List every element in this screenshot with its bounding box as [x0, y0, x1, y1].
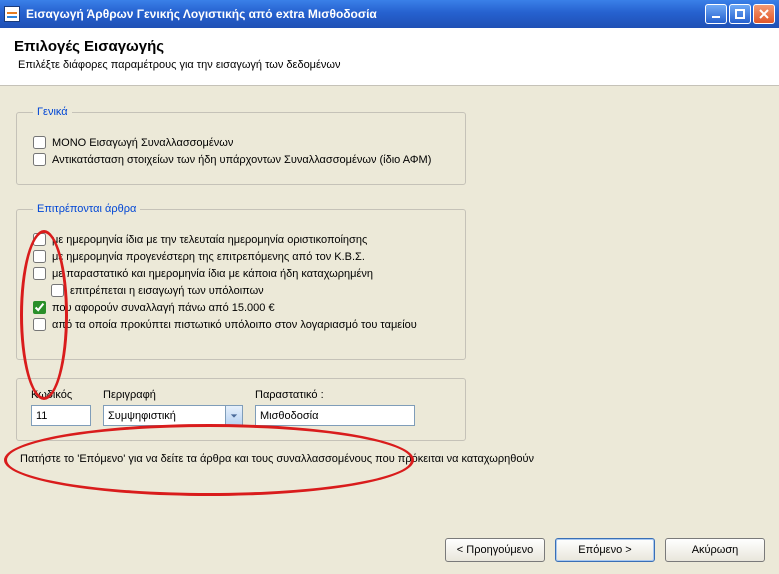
group-allowed-entries: Επιτρέπονται άρθρα με ημερομηνία ίδια με… — [16, 203, 466, 360]
checkbox-same-doc-date[interactable] — [33, 267, 46, 280]
checkbox-replace-existing-label: Αντικατάσταση στοιχείων των ήδη υπάρχοντ… — [52, 154, 431, 166]
checkbox-same-doc-date-label: με παραστατικό και ημερομηνία ίδια με κά… — [52, 268, 373, 280]
checkbox-credit-balance-cash-label: από τα οποία προκύπτει πιστωτικό υπόλοιπ… — [52, 319, 417, 331]
document-input[interactable] — [255, 405, 415, 426]
group-general: Γενικά ΜΟΝΟ Εισαγωγή Συναλλασσομένων Αντ… — [16, 106, 466, 185]
checkbox-only-import-parties-label: ΜΟΝΟ Εισαγωγή Συναλλασσομένων — [52, 137, 233, 149]
checkbox-same-date-finalization-label: με ημερομηνία ίδια με την τελευταία ημερ… — [52, 234, 367, 246]
code-label: Κωδικός — [31, 389, 91, 401]
description-select-value: Συμψηφιστική — [104, 410, 225, 422]
chevron-down-icon — [225, 406, 242, 425]
minimize-button[interactable] — [705, 4, 727, 24]
wizard-header: Επιλογές Εισαγωγής Επιλέξτε διάφορες παρ… — [0, 28, 779, 86]
group-general-legend: Γενικά — [33, 106, 72, 118]
description-label: Περιγραφή — [103, 389, 243, 401]
maximize-button[interactable] — [729, 4, 751, 24]
checkbox-only-import-parties[interactable] — [33, 136, 46, 149]
cancel-button[interactable]: Ακύρωση — [665, 538, 765, 562]
code-input[interactable] — [31, 405, 91, 426]
checkbox-same-date-finalization[interactable] — [33, 233, 46, 246]
checkbox-allow-import-rest-label: επιτρέπεται η εισαγωγή των υπόλοιπων — [70, 285, 264, 297]
window-title: Εισαγωγή Άρθρων Γενικής Λογιστικής από e… — [26, 7, 705, 21]
next-button[interactable]: Επόμενο > — [555, 538, 655, 562]
document-label: Παραστατικό : — [255, 389, 415, 401]
group-allowed-legend: Επιτρέπονται άρθρα — [33, 203, 140, 215]
checkbox-transaction-over-15000-label: που αφορούν συναλλαγή πάνω από 15.000 € — [52, 302, 275, 314]
checkbox-date-before-kbs-label: με ημερομηνία προγενέστερη της επιτρεπόμ… — [52, 251, 365, 263]
previous-button[interactable]: < Προηγούμενο — [445, 538, 545, 562]
page-subtitle: Επιλέξτε διάφορες παραμέτρους για την ει… — [14, 59, 765, 71]
page-title: Επιλογές Εισαγωγής — [14, 38, 765, 55]
checkbox-replace-existing[interactable] — [33, 153, 46, 166]
close-button[interactable] — [753, 4, 775, 24]
checkbox-credit-balance-cash[interactable] — [33, 318, 46, 331]
description-select[interactable]: Συμψηφιστική — [103, 405, 243, 426]
checkbox-transaction-over-15000[interactable] — [33, 301, 46, 314]
checkbox-date-before-kbs[interactable] — [33, 250, 46, 263]
window-titlebar: Εισαγωγή Άρθρων Γενικής Λογιστικής από e… — [0, 0, 779, 28]
app-icon — [4, 6, 20, 22]
footer-hint: Πατήστε το 'Επόμενο' για να δείτε τα άρθ… — [16, 453, 763, 465]
checkbox-allow-import-rest[interactable] — [51, 284, 64, 297]
group-code-fields: Κωδικός Περιγραφή Συμψηφιστική Παραστατι… — [16, 378, 466, 441]
